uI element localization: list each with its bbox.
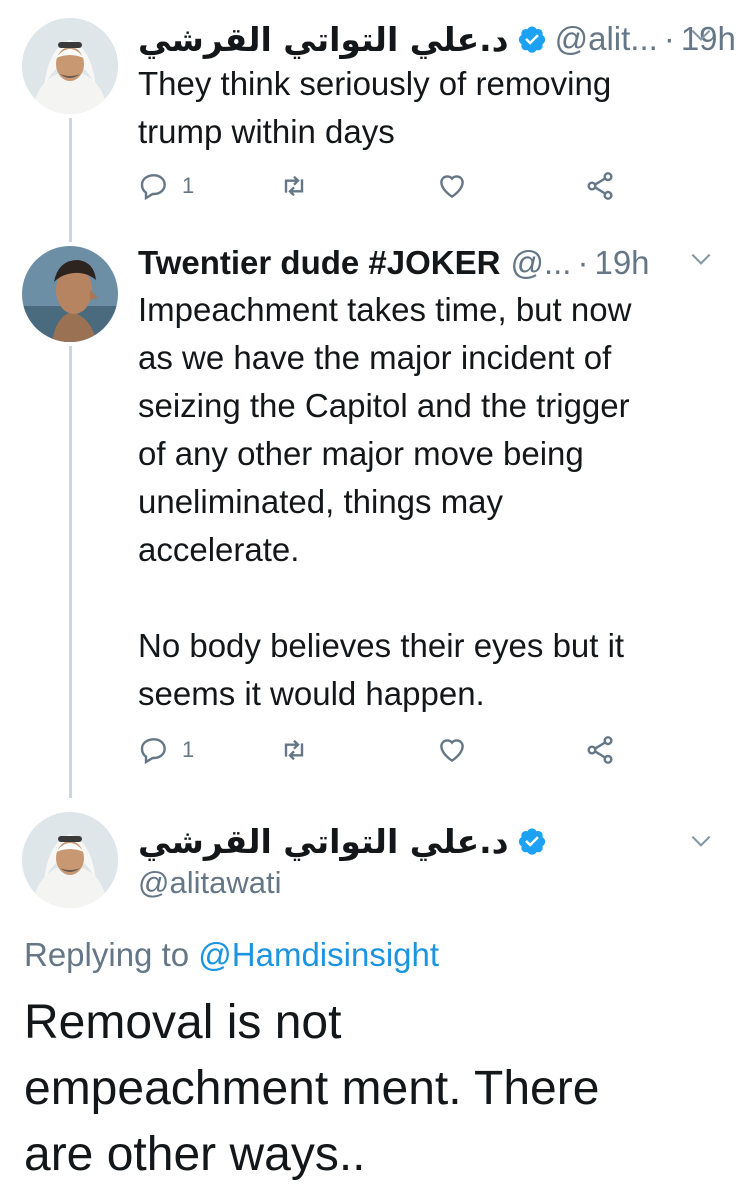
tweet-actions: 1 bbox=[138, 734, 638, 774]
handle[interactable]: @alitawati bbox=[138, 865, 281, 901]
retweet-icon bbox=[278, 734, 310, 766]
replying-to-handle-link[interactable]: @Hamdisinsight bbox=[198, 936, 439, 973]
like-button[interactable] bbox=[436, 170, 468, 202]
handle[interactable]: @... bbox=[510, 244, 571, 282]
chevron-down-icon[interactable] bbox=[688, 828, 714, 854]
display-name[interactable]: د.علي التواتي القرشي bbox=[138, 20, 509, 59]
retweet-button[interactable] bbox=[278, 170, 310, 202]
reply-icon bbox=[138, 170, 170, 202]
heart-icon bbox=[436, 170, 468, 202]
tweet-header: Twentier dude #JOKER @... · 19h bbox=[138, 238, 714, 288]
avatar[interactable] bbox=[22, 18, 118, 114]
share-button[interactable] bbox=[584, 170, 616, 202]
display-name[interactable]: د.علي التواتي القرشي bbox=[138, 822, 509, 861]
retweet-icon bbox=[278, 170, 310, 202]
display-name[interactable]: Twentier dude #JOKER bbox=[138, 244, 500, 282]
chevron-down-icon[interactable] bbox=[688, 246, 714, 272]
timestamp[interactable]: 19h bbox=[594, 244, 649, 282]
handle[interactable]: @alit... bbox=[555, 20, 658, 58]
reply-button[interactable]: 1 bbox=[138, 170, 194, 202]
tweet-header: د.علي التواتي القرشي @alit... · 19h bbox=[138, 14, 736, 64]
share-icon bbox=[584, 170, 616, 202]
chevron-down-icon[interactable] bbox=[688, 22, 714, 48]
verified-badge-icon bbox=[517, 24, 547, 54]
separator: · bbox=[577, 244, 589, 281]
main-tweet-header: د.علي التواتي القرشي bbox=[138, 816, 555, 866]
heart-icon bbox=[436, 734, 468, 766]
separator: · bbox=[663, 20, 675, 57]
replying-to: Replying to @Hamdisinsight bbox=[24, 936, 439, 974]
thread-line bbox=[69, 118, 72, 242]
reply-count: 1 bbox=[182, 173, 195, 198]
share-button[interactable] bbox=[584, 734, 616, 766]
tweet-actions: 1 bbox=[138, 170, 638, 210]
tweet-text: Impeachment takes time, but now as we ha… bbox=[138, 291, 632, 712]
main-tweet-text: Removal is not empeachment ment. There a… bbox=[24, 996, 600, 1181]
reply-count: 1 bbox=[182, 737, 195, 762]
reply-icon bbox=[138, 734, 170, 766]
replying-to-label: Replying to bbox=[24, 936, 190, 973]
like-button[interactable] bbox=[436, 734, 468, 766]
thread-line bbox=[69, 346, 72, 798]
tweet-text: They think seriously of removing trump w… bbox=[138, 65, 612, 150]
retweet-button[interactable] bbox=[278, 734, 310, 766]
share-icon bbox=[584, 734, 616, 766]
reply-button[interactable]: 1 bbox=[138, 734, 194, 766]
avatar[interactable] bbox=[22, 812, 118, 908]
avatar[interactable] bbox=[22, 246, 118, 342]
verified-badge-icon bbox=[517, 826, 547, 856]
